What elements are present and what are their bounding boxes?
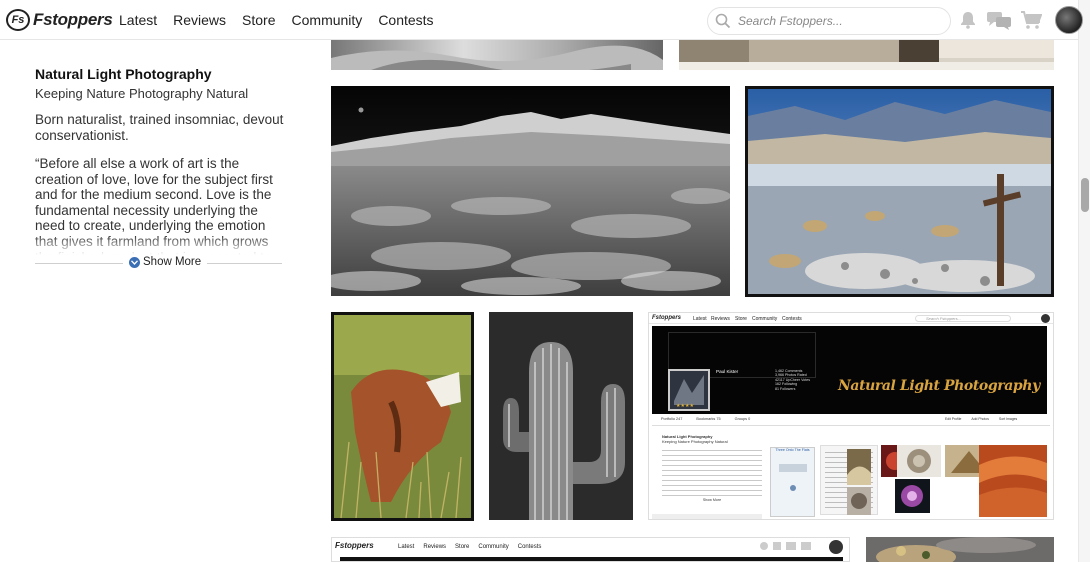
thumb-sidebar: Natural Light Photography Keeping Nature…	[662, 434, 762, 503]
thumb-photo	[847, 487, 871, 515]
thumb-photo	[847, 449, 871, 485]
show-more-label: Show More	[143, 256, 202, 268]
user-actions	[958, 10, 1043, 35]
show-more-row: Show More	[35, 256, 282, 270]
portfolio-photo[interactable]	[866, 537, 1054, 562]
thumb-nav-item: Store	[455, 544, 470, 550]
thumb-chat-icon	[786, 542, 796, 550]
search-box	[707, 7, 951, 35]
profile-bio: Born naturalist, trained insomniac, devo…	[35, 112, 284, 143]
thumb-stat: 81 Followers	[775, 386, 796, 391]
thumb-icons	[760, 542, 811, 550]
nav-reviews[interactable]: Reviews	[173, 12, 226, 28]
thumb-action: Sort Images	[998, 417, 1018, 421]
thumb-nav-community: Community	[752, 316, 778, 322]
thumb-search-icon	[760, 542, 768, 550]
thumb-nav-reviews: Reviews	[711, 316, 730, 322]
main-nav: Latest Reviews Store Community Contests	[119, 12, 434, 28]
thumb-tabs: Portfolio 247 Bookmarks 75 Groups 0	[661, 417, 750, 421]
thumb-nav-contests: Contests	[782, 316, 802, 322]
cart-icon[interactable]	[1020, 10, 1043, 35]
thumb-action: Edit Profile	[945, 417, 962, 421]
thumb-avatar	[829, 540, 843, 554]
show-more-button[interactable]: Show More	[123, 256, 208, 268]
thumb-logo: Fstoppers	[335, 541, 374, 550]
chat-icon[interactable]	[986, 10, 1012, 35]
thumb-tab: Groups 0	[734, 417, 751, 421]
thumb-banner: ★★★★ Paul Kister 1,462 Comments 3,966 Ph…	[652, 326, 1047, 414]
thumb-photo	[897, 445, 941, 477]
profile-title: Natural Light Photography	[35, 66, 212, 82]
scrollbar-thumb[interactable]	[1081, 178, 1089, 212]
thumb-nav: Latest Reviews Store Community Contests	[398, 544, 541, 550]
thumb-nav-item: Contests	[517, 544, 542, 550]
fstoppers-logo[interactable]: Fs Fstoppers	[6, 8, 113, 32]
bell-icon[interactable]	[958, 10, 978, 35]
thumb-banner-title: Natural Light Photography	[838, 378, 1040, 394]
nav-community[interactable]: Community	[292, 12, 363, 28]
portfolio-photo[interactable]	[489, 312, 633, 520]
profile-subtitle: Keeping Nature Photography Natural	[35, 86, 249, 101]
logo-mark: Fs	[6, 9, 30, 31]
thumb-actions: Edit Profile Add Photos Sort Images	[945, 417, 1017, 421]
chevron-down-icon	[129, 256, 140, 268]
thumb-nav-item: Community	[478, 544, 509, 550]
portfolio-photo[interactable]	[331, 312, 474, 521]
thumb-banner	[340, 557, 843, 561]
portfolio-photo[interactable]	[331, 40, 663, 70]
profile-screenshot-photo[interactable]: Fstoppers Latest Reviews Store Community…	[331, 537, 850, 562]
thumb-cart-icon	[801, 542, 811, 550]
thumb-photo	[979, 445, 1047, 517]
svg-text:★★★★: ★★★★	[676, 403, 694, 409]
thumb-nav: Fstoppers Latest Reviews Store Community…	[649, 313, 1053, 324]
thumb-stats: 1,462 Comments 3,966 Photos Rated 42117 …	[775, 369, 810, 391]
page-scrollbar[interactable]	[1078, 0, 1090, 562]
search-icon[interactable]	[708, 13, 738, 29]
thumb-avatar	[1041, 314, 1050, 323]
profile-quote: “Before all else a work of art is the cr…	[35, 156, 273, 255]
avatar[interactable]	[1055, 6, 1083, 34]
thumb-nav-item: Reviews	[423, 544, 447, 550]
nav-latest[interactable]: Latest	[119, 12, 157, 28]
thumb-user-name: Paul Kister	[716, 369, 739, 374]
thumb-nav-store: Store	[735, 316, 747, 322]
top-navigation-bar: Fs Fstoppers Latest Reviews Store Commun…	[0, 0, 1083, 40]
thumb-popup	[770, 447, 815, 517]
portfolio-photo[interactable]	[331, 86, 730, 296]
profile-sidebar: Natural Light Photography Keeping Nature…	[35, 66, 285, 270]
thumb-photo	[895, 479, 930, 513]
thumb-text-lines	[662, 448, 762, 496]
thumb-tab: Bookmarks 75	[696, 417, 721, 421]
thumb-status-bar	[652, 514, 762, 519]
search-input[interactable]	[738, 14, 938, 28]
portfolio-photo[interactable]	[679, 40, 1054, 70]
thumb-logo: Fstoppers	[652, 315, 682, 321]
thumb-show-more: Show More	[702, 498, 722, 502]
thumb-profile-pic: ★★★★	[668, 369, 710, 411]
nav-contests[interactable]: Contests	[378, 12, 433, 28]
thumb-bell-icon	[773, 542, 781, 550]
thumb-search: Search Fstoppers...	[915, 315, 1011, 322]
portfolio-photo[interactable]	[745, 86, 1054, 297]
thumb-nav-item: Latest	[398, 544, 415, 550]
thumb-action: Add Photos	[971, 417, 989, 421]
thumb-divider	[652, 425, 1050, 426]
thumb-subtitle: Keeping Nature Photography Natural	[662, 439, 728, 444]
logo-text: Fstoppers	[33, 10, 113, 29]
thumb-nav-latest: Latest	[693, 316, 707, 322]
nav-store[interactable]: Store	[242, 12, 275, 28]
thumb-caption: Three Onto The Flats	[775, 448, 810, 452]
thumb-tab: Portfolio 247	[661, 417, 683, 421]
profile-screenshot-photo[interactable]: Fstoppers Latest Reviews Store Community…	[648, 312, 1054, 520]
